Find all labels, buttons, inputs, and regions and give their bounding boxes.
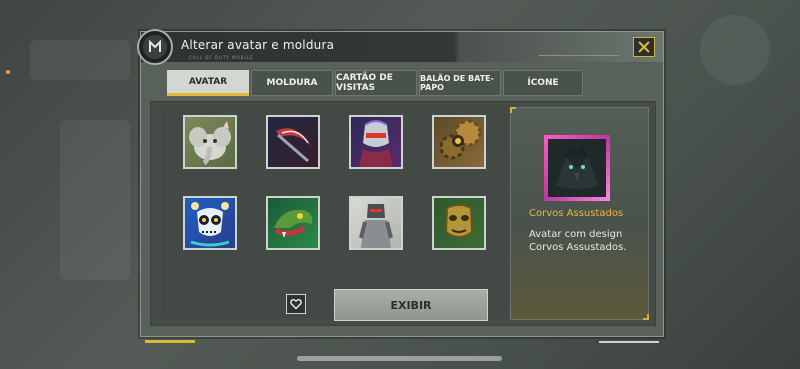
content-panel: EXIBIR Corvos Assustados Avatar com desi… bbox=[150, 101, 656, 326]
dialog-title: Alterar avatar e moldura bbox=[181, 38, 335, 52]
elephant-avatar-icon[interactable] bbox=[183, 115, 237, 169]
raven-avatar-icon bbox=[548, 139, 606, 197]
tab-moldura[interactable]: MOLDURA bbox=[251, 70, 333, 96]
background-panel bbox=[60, 120, 130, 280]
home-indicator[interactable] bbox=[297, 356, 502, 361]
scythe-avatar-icon[interactable] bbox=[266, 115, 320, 169]
avatar-grid: EXIBIR bbox=[161, 107, 515, 321]
show-button[interactable]: EXIBIR bbox=[334, 289, 488, 321]
robot-soldier-avatar-icon[interactable] bbox=[349, 115, 403, 169]
close-button[interactable] bbox=[633, 37, 655, 57]
change-avatar-dialog: Alterar avatar e moldura CALL OF DUTY MO… bbox=[137, 29, 664, 343]
category-tabs: AVATAR MOLDURA CARTÃO DE VISITAS BALÃO D… bbox=[167, 70, 583, 96]
avatar-detail-panel: Corvos Assustados Avatar com design Corv… bbox=[510, 107, 649, 320]
dialog-titlebar: Alterar avatar e moldura CALL OF DUTY MO… bbox=[137, 29, 663, 65]
tab-cartao-de-visitas[interactable]: CARTÃO DE VISITAS bbox=[335, 70, 417, 96]
notification-dot bbox=[6, 70, 10, 74]
tab-icone[interactable]: ÍCONE bbox=[503, 70, 583, 96]
dialog-bottom-accent bbox=[141, 340, 663, 343]
close-icon bbox=[638, 41, 650, 53]
background-panel bbox=[30, 40, 130, 80]
heart-icon bbox=[290, 298, 302, 310]
golden-mask-avatar-icon[interactable] bbox=[432, 196, 486, 250]
armored-soldier-avatar-icon[interactable] bbox=[349, 196, 403, 250]
steampunk-gear-avatar-icon[interactable] bbox=[432, 115, 486, 169]
avatar-preview-frame bbox=[544, 135, 610, 201]
tab-avatar[interactable]: AVATAR bbox=[167, 70, 249, 96]
snake-avatar-icon[interactable] bbox=[266, 196, 320, 250]
tab-balao-de-bate-papo[interactable]: BALÃO DE BATE-PAPO bbox=[419, 70, 501, 96]
game-logo-icon bbox=[137, 29, 173, 65]
avatar-name: Corvos Assustados bbox=[529, 208, 624, 219]
sugar-skull-avatar-icon[interactable] bbox=[183, 196, 237, 250]
game-subtitle: CALL OF DUTY MOBILE bbox=[189, 55, 254, 60]
background-panel bbox=[700, 15, 770, 85]
avatar-description: Avatar com design Corvos Assustados. bbox=[529, 229, 627, 253]
favorite-button[interactable] bbox=[286, 294, 306, 314]
